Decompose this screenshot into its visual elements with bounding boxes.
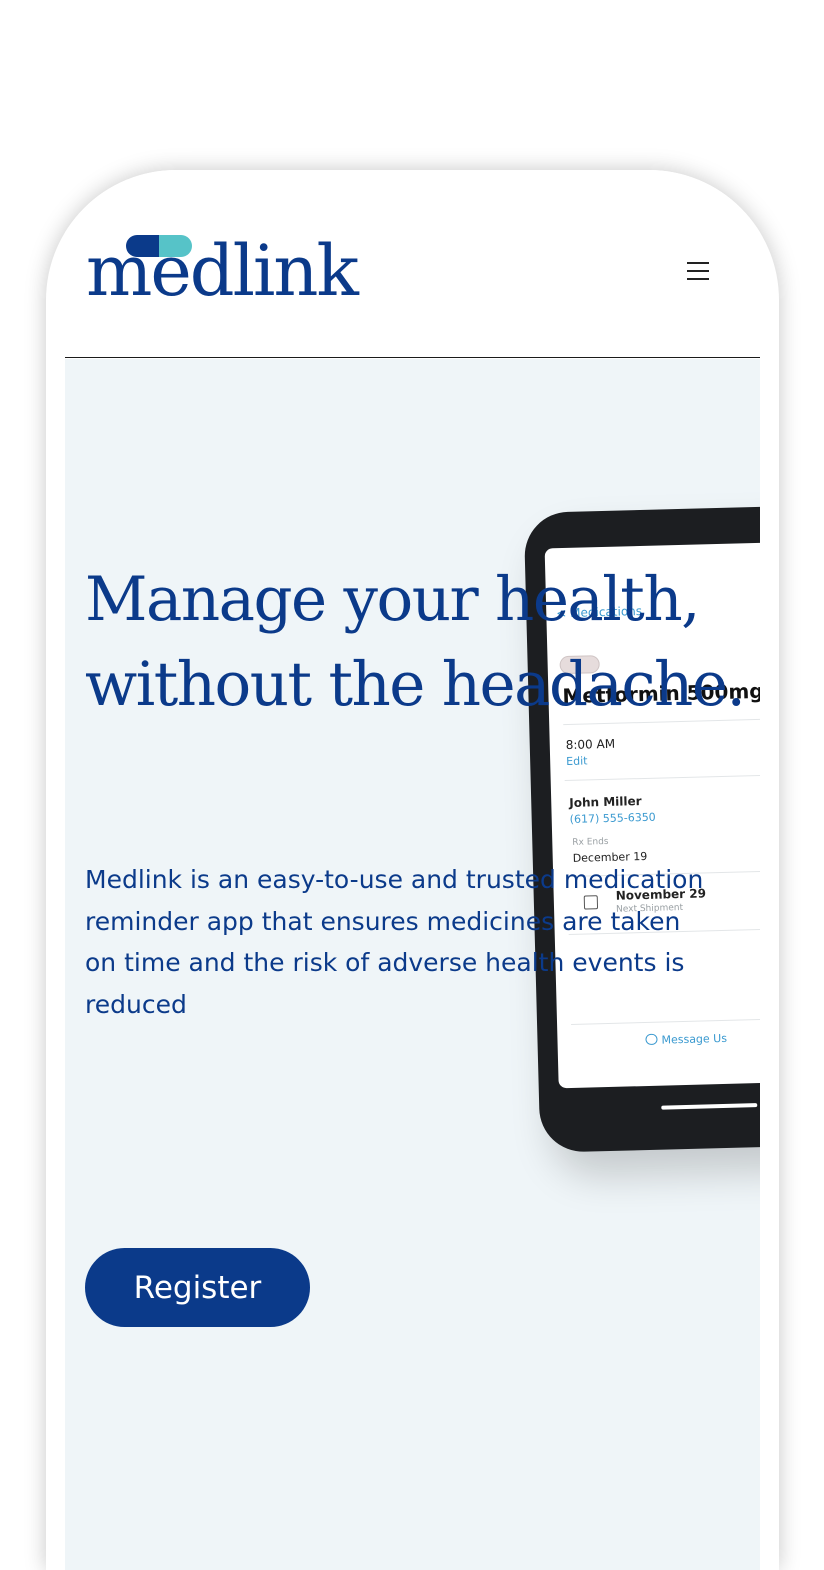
- hamburger-menu-icon[interactable]: [687, 256, 717, 286]
- contact-phone: (617) 555-6350: [569, 810, 656, 826]
- dose-time: 8:00 AM: [565, 736, 616, 753]
- logo-wordmark: medlink: [86, 230, 359, 312]
- rx-ends-label: Rx Ends: [572, 836, 609, 848]
- device-frame: medlink < Medications Metformin 500mg 8:…: [46, 170, 779, 1570]
- site-header: medlink: [65, 170, 760, 358]
- register-button[interactable]: Register: [85, 1248, 310, 1327]
- message-us-link: Message Us: [661, 1031, 728, 1047]
- contact-name: John Miller: [569, 794, 642, 810]
- home-indicator: [661, 1103, 758, 1110]
- hero-section: < Medications Metformin 500mg 8:00 AM Ed…: [65, 359, 760, 1570]
- edit-link: Edit: [566, 754, 588, 769]
- medlink-logo[interactable]: medlink: [86, 230, 376, 310]
- hero-headline: Manage your health, without the headache…: [85, 564, 746, 720]
- hero-description: Medlink is an easy-to-use and trusted me…: [85, 865, 704, 1019]
- chat-bubble-icon: [645, 1033, 658, 1046]
